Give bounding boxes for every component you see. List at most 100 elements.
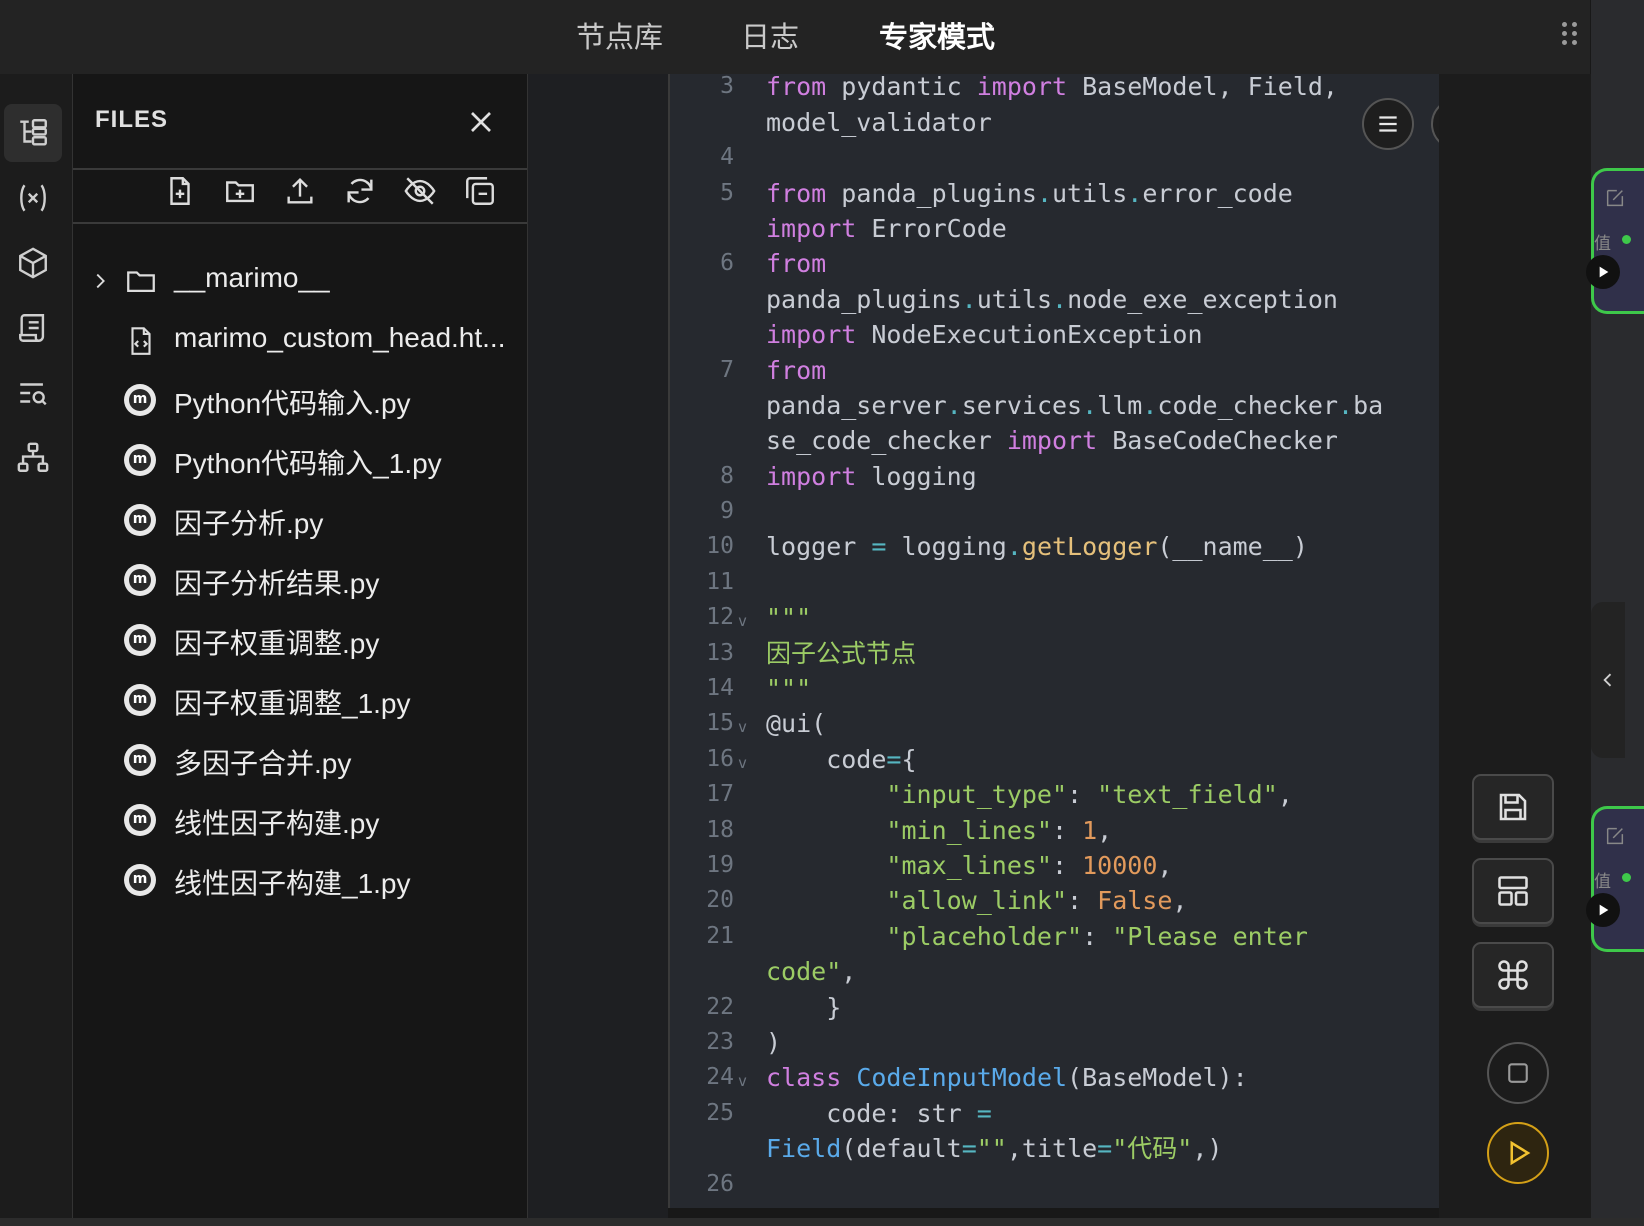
code-line[interactable]: 5 from panda_plugins.utils.error_code xyxy=(670,176,1439,211)
package-icon[interactable] xyxy=(4,234,62,292)
line-number: 7 xyxy=(720,356,734,383)
menu-icon[interactable] xyxy=(1362,98,1414,150)
output-port[interactable] xyxy=(1622,873,1631,882)
code-line[interactable]: 18 "min_lines": 1, xyxy=(670,813,1439,848)
chevron-right-icon[interactable] xyxy=(89,268,111,294)
file-row[interactable]: m 线性因子构建.py xyxy=(73,796,527,846)
code-line[interactable]: 13 因子公式节点 xyxy=(670,636,1439,671)
hide-icon[interactable] xyxy=(403,174,437,208)
code-line[interactable]: 19 "max_lines": 10000, xyxy=(670,848,1439,883)
line-number: 22 xyxy=(706,993,734,1020)
layout-icon xyxy=(1498,876,1528,906)
code-line[interactable]: 26 xyxy=(670,1167,1439,1202)
line-number: 4 xyxy=(720,144,734,171)
variables-icon[interactable] xyxy=(4,169,62,227)
layout-button[interactable] xyxy=(1472,858,1554,924)
edit-icon[interactable] xyxy=(1604,187,1628,211)
code-line[interactable]: 14 """ xyxy=(670,671,1439,706)
file-row[interactable]: m 因子权重调整_1.py xyxy=(73,676,527,726)
collapse-panel-button[interactable] xyxy=(1591,602,1625,758)
file-label: 线性因子构建_1.py xyxy=(174,868,411,899)
code-line[interactable]: 7 from xyxy=(670,353,1439,388)
line-number: 26 xyxy=(706,1170,734,1197)
code-line[interactable]: 10 logger = logging.getLogger(__name__) xyxy=(670,529,1439,564)
fold-chevron-icon[interactable]: v xyxy=(738,746,747,781)
file-row[interactable]: marimo_custom_head.ht... xyxy=(73,316,527,366)
run-button[interactable] xyxy=(1487,1122,1549,1184)
node-value-label: 值 xyxy=(1594,234,1611,254)
scroll-icon[interactable] xyxy=(4,299,62,357)
line-number: 24 xyxy=(706,1064,734,1091)
code-text: "allow_link": False, xyxy=(886,886,1188,916)
code-line[interactable]: import NodeExecutionException xyxy=(670,317,1439,352)
file-row[interactable]: m 线性因子构建_1.py xyxy=(73,856,527,906)
workflow-node[interactable]: 值 xyxy=(1586,806,1644,952)
code-line[interactable]: code", xyxy=(670,954,1439,989)
fold-chevron-icon[interactable]: v xyxy=(738,1064,747,1099)
bottom-scrollbar[interactable] xyxy=(0,1218,1644,1226)
code-line[interactable]: 21 "placeholder": "Please enter xyxy=(670,919,1439,954)
code-line[interactable]: 25 code: str = xyxy=(670,1096,1439,1131)
new-file-icon[interactable] xyxy=(163,174,197,208)
collapse-all-icon[interactable] xyxy=(463,174,497,208)
code-line[interactable]: panda_plugins.utils.node_exe_exception xyxy=(670,282,1439,317)
code-line[interactable]: 12 v """ xyxy=(670,600,1439,635)
file-row[interactable]: m 多因子合并.py xyxy=(73,736,527,786)
code-lines[interactable]: BaseWorkNode, work_node, ui3from pydanti… xyxy=(670,74,1439,1202)
file-row[interactable]: m 因子分析.py xyxy=(73,496,527,546)
drag-grip-icon[interactable] xyxy=(1560,20,1584,46)
file-label: 因子权重调整_1.py xyxy=(174,688,411,719)
code-line[interactable]: 8 import logging xyxy=(670,459,1439,494)
code-line[interactable]: 23) xyxy=(670,1025,1439,1060)
line-number: 8 xyxy=(720,462,734,489)
code-line[interactable]: 20 "allow_link": False, xyxy=(670,883,1439,918)
upload-icon[interactable] xyxy=(283,174,317,208)
new-folder-icon[interactable] xyxy=(223,174,257,208)
code-line[interactable]: se_code_checker import BaseCodeChecker xyxy=(670,423,1439,458)
output-port[interactable] xyxy=(1622,235,1631,244)
code-line[interactable]: 16 v code={ xyxy=(670,742,1439,777)
close-icon[interactable] xyxy=(463,104,499,140)
file-row[interactable]: m Python代码输入_1.py xyxy=(73,436,527,486)
code-line[interactable]: 11 xyxy=(670,565,1439,600)
code-line[interactable]: Field(default="",title="代码",) xyxy=(670,1131,1439,1166)
tab-logs[interactable]: 日志 xyxy=(741,14,799,56)
tab-expert-mode[interactable]: 专家模式 xyxy=(879,14,995,56)
activity-bar xyxy=(0,74,73,1226)
save-button[interactable] xyxy=(1472,774,1554,840)
code-line[interactable]: import ErrorCode xyxy=(670,211,1439,246)
code-line[interactable]: 15 v @ui( xyxy=(670,706,1439,741)
stop-button[interactable] xyxy=(1487,1042,1549,1104)
code-text: @ui( xyxy=(766,709,827,739)
code-line[interactable]: panda_server.services.llm.code_checker.b… xyxy=(670,388,1439,423)
code-editor[interactable]: BaseWorkNode, work_node, ui3from pydanti… xyxy=(668,74,1441,1208)
folder-row[interactable]: __marimo__ xyxy=(73,256,527,306)
file-row[interactable]: m 因子分析结果.py xyxy=(73,556,527,606)
refresh-icon[interactable] xyxy=(343,174,377,208)
fold-chevron-icon[interactable]: v xyxy=(738,604,747,639)
code-line[interactable]: 4 xyxy=(670,140,1439,175)
code-line[interactable]: 3 from pydantic import BaseModel, Field, xyxy=(670,74,1439,105)
workflow-node[interactable]: 值 xyxy=(1586,168,1644,314)
code-line[interactable]: 9 xyxy=(670,494,1439,529)
fold-chevron-icon[interactable]: v xyxy=(738,710,747,745)
line-number: 9 xyxy=(720,498,734,525)
code-line[interactable]: 6 from xyxy=(670,246,1439,281)
code-line[interactable]: 22 } xyxy=(670,990,1439,1025)
file-label: 因子权重调整.py xyxy=(174,628,380,659)
file-row[interactable]: m Python代码输入.py xyxy=(73,376,527,426)
tab-node-library[interactable]: 节点库 xyxy=(576,14,663,56)
search-list-icon[interactable] xyxy=(4,364,62,422)
hierarchy-icon[interactable] xyxy=(4,429,62,487)
file-row[interactable]: m 因子权重调整.py xyxy=(73,616,527,666)
file-label: 因子分析结果.py xyxy=(174,568,380,599)
code-line[interactable]: 17 "input_type": "text_field", xyxy=(670,777,1439,812)
file-label: __marimo__ xyxy=(174,262,330,293)
node-run-button[interactable] xyxy=(1586,893,1620,927)
command-button[interactable] xyxy=(1472,942,1554,1008)
code-line[interactable]: model_validator xyxy=(670,105,1439,140)
file-tree-icon[interactable] xyxy=(4,104,62,162)
node-run-button[interactable] xyxy=(1586,255,1620,289)
code-line[interactable]: 24 v class CodeInputModel(BaseModel): xyxy=(670,1060,1439,1095)
edit-icon[interactable] xyxy=(1604,825,1628,849)
